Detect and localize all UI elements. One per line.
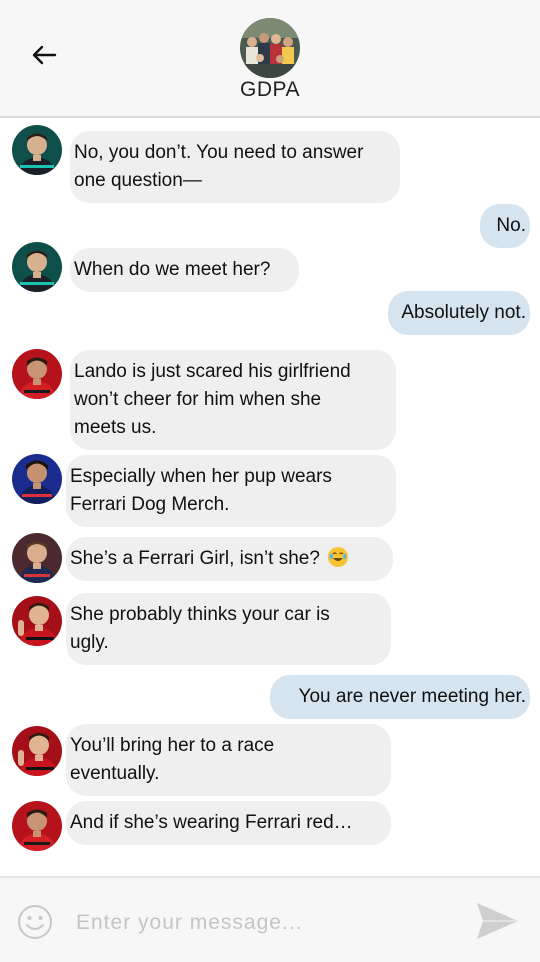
avatar-carlos[interactable] <box>12 349 62 399</box>
back-button[interactable] <box>28 40 60 70</box>
message-bubble-incoming[interactable]: Lando is just scared his girlfriend won’… <box>70 350 396 450</box>
avatar-daniel[interactable] <box>12 454 62 504</box>
message-text: eventually. <box>70 763 160 784</box>
message-bubble-outgoing[interactable]: Absolutely not. <box>388 291 530 335</box>
message-text: You’ll bring her to a race <box>70 735 275 756</box>
message-bubble-outgoing[interactable]: No. <box>480 204 530 248</box>
message-text: When do we meet her? <box>74 259 271 280</box>
message-text: Ferrari Dog Merch. <box>70 494 230 515</box>
message-input[interactable] <box>74 904 418 942</box>
message-text: No, you don’t. You need to answer <box>74 142 364 163</box>
message-bubble-outgoing[interactable]: You are never meeting her. <box>270 675 530 719</box>
message-text: won’t cheer for him when she <box>74 389 322 410</box>
smiley-icon <box>18 905 52 939</box>
message-text: Lando is just scared his girlfriend <box>74 361 351 382</box>
message-composer <box>0 876 540 962</box>
message-bubble-incoming[interactable]: When do we meet her? <box>70 248 299 292</box>
message-bubble-incoming[interactable]: And if she’s wearing Ferrari red… <box>66 801 391 845</box>
group-avatar[interactable] <box>240 18 300 78</box>
message-text: No. <box>496 215 526 236</box>
avatar-george[interactable] <box>12 242 62 292</box>
message-bubble-incoming[interactable]: You’ll bring her to a race eventually. <box>66 724 391 796</box>
avatar-charles[interactable] <box>12 726 62 776</box>
message-bubble-incoming[interactable]: She probably thinks your car is ugly. <box>66 593 391 665</box>
send-button[interactable] <box>474 900 520 942</box>
avatar-carlos[interactable] <box>12 801 62 851</box>
emoji-button[interactable] <box>17 904 53 940</box>
avatar-george[interactable] <box>12 125 62 175</box>
message-bubble-incoming[interactable]: She’s a Ferrari Girl, isn’t she? <box>66 537 393 581</box>
message-text: meets us. <box>74 417 157 438</box>
message-bubble-incoming[interactable]: No, you don’t. You need to answer one qu… <box>70 131 400 203</box>
message-text: She probably thinks your car is <box>70 604 330 625</box>
message-text: You are never meeting her. <box>298 686 526 707</box>
group-name: GDPA <box>240 78 300 101</box>
chat-header: GDPA <box>0 0 540 118</box>
back-arrow-icon <box>32 45 57 65</box>
message-text: Especially when her pup wears <box>70 466 332 487</box>
message-text: one question— <box>74 170 202 191</box>
message-text: And if she’s wearing Ferrari red… <box>70 812 353 833</box>
send-icon <box>477 903 518 939</box>
avatar-charles[interactable] <box>12 596 62 646</box>
message-text: Absolutely not. <box>401 302 526 323</box>
message-bubble-incoming[interactable]: Especially when her pup wears Ferrari Do… <box>66 455 396 527</box>
avatar-max[interactable] <box>12 533 62 583</box>
laughing-tears-emoji-icon <box>328 547 349 567</box>
message-text: She’s a Ferrari Girl, isn’t she? <box>70 548 320 569</box>
message-text: ugly. <box>70 632 109 653</box>
